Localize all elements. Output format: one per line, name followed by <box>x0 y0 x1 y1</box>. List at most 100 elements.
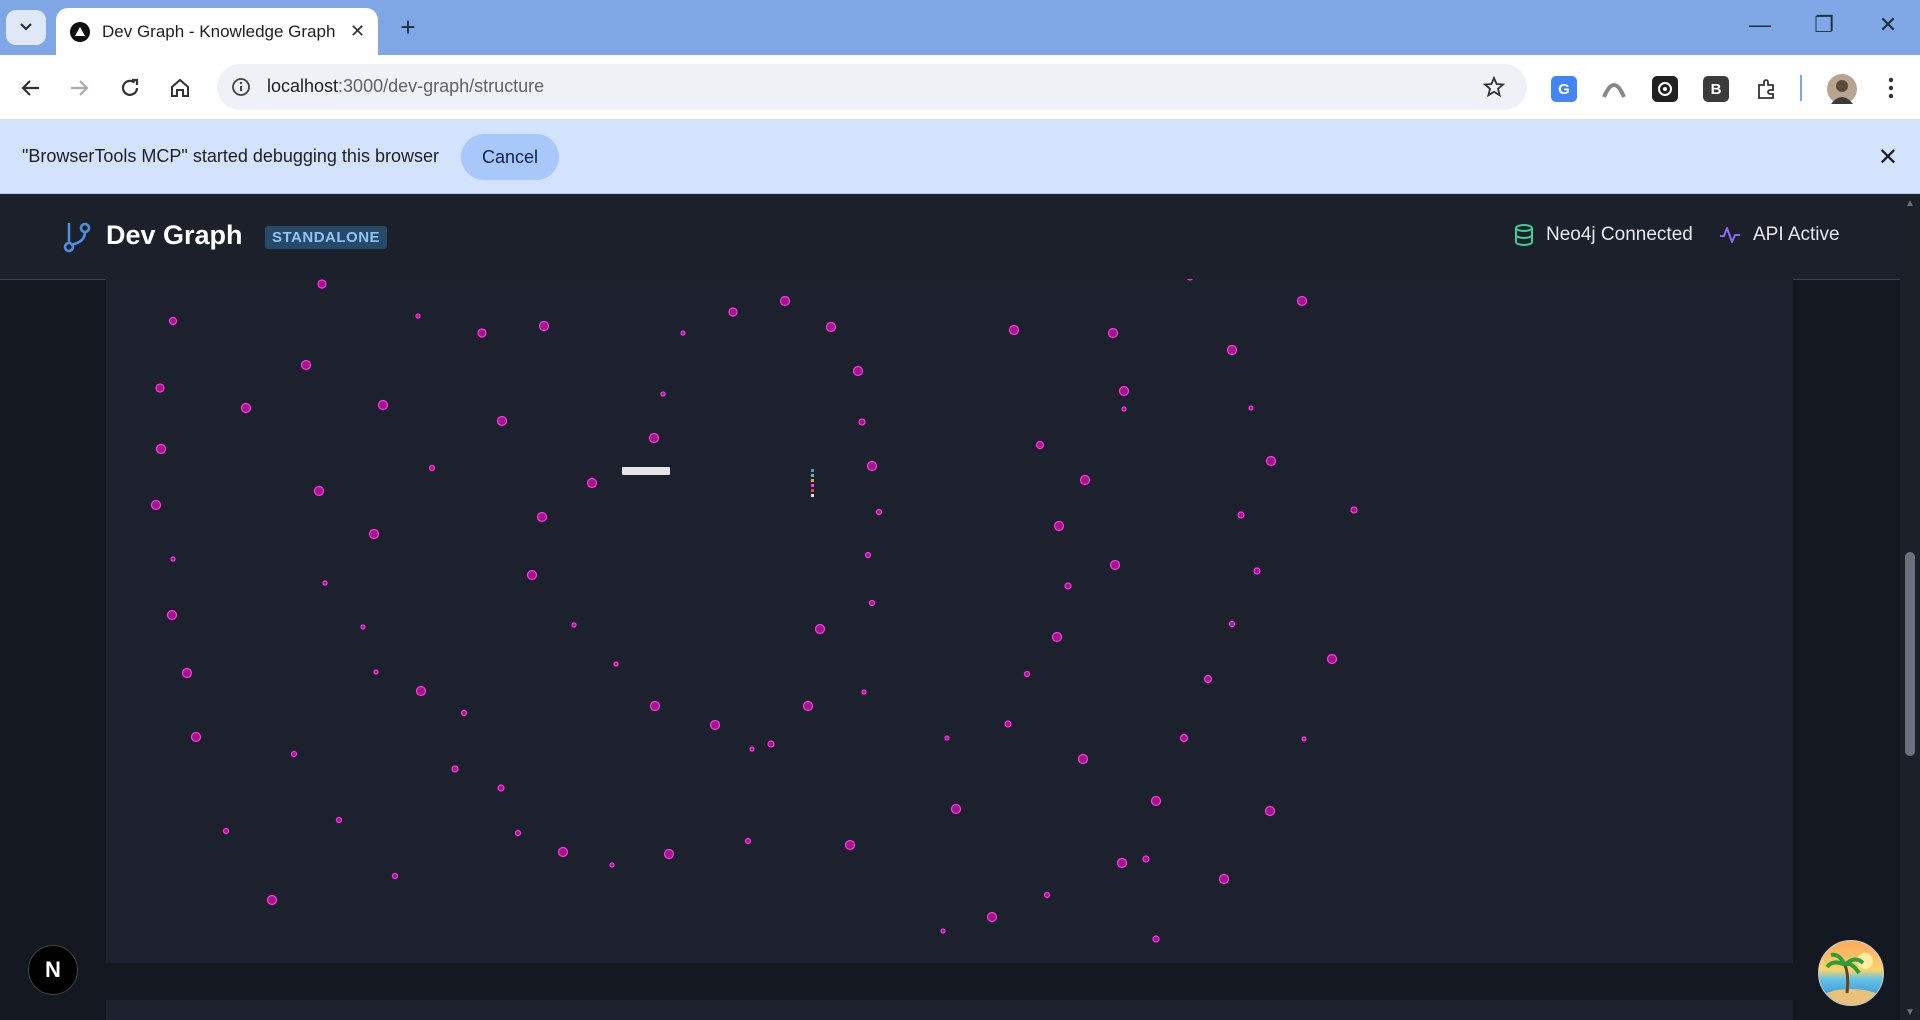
graph-node[interactable] <box>1118 385 1130 397</box>
site-info-icon[interactable] <box>229 75 253 99</box>
graph-node[interactable] <box>1077 753 1089 765</box>
graph-node[interactable] <box>1008 324 1020 336</box>
graph-node[interactable] <box>861 689 867 695</box>
graph-node[interactable] <box>609 862 615 868</box>
graph-node[interactable] <box>1248 405 1254 411</box>
graph-node[interactable] <box>1150 795 1162 807</box>
address-bar[interactable]: localhost:3000/dev-graph/structure <box>217 64 1527 110</box>
graph-node[interactable] <box>1264 805 1276 817</box>
scroll-up-arrow-icon[interactable]: ▲ <box>1905 198 1915 209</box>
graph-node[interactable] <box>557 846 569 858</box>
graph-node[interactable] <box>940 928 946 934</box>
graph-node[interactable] <box>814 623 826 635</box>
graph-node[interactable] <box>1109 559 1121 571</box>
graph-node[interactable] <box>1218 873 1230 885</box>
graph-node[interactable] <box>1187 279 1193 281</box>
graph-node[interactable] <box>844 839 856 851</box>
graph-node[interactable] <box>1350 506 1358 514</box>
back-icon[interactable] <box>16 73 46 103</box>
graph-node[interactable] <box>1116 857 1128 869</box>
graph-node[interactable] <box>190 731 202 743</box>
profile-avatar-icon[interactable] <box>1827 74 1857 104</box>
infobar-close-icon[interactable]: ✕ <box>1878 143 1898 172</box>
graph-node[interactable] <box>1179 733 1189 743</box>
graph-node[interactable] <box>586 477 598 489</box>
graph-node[interactable] <box>1228 620 1236 628</box>
graph-node[interactable] <box>373 669 379 675</box>
graph-node[interactable] <box>477 328 487 338</box>
graph-node[interactable] <box>709 719 721 731</box>
graph-node[interactable] <box>538 320 550 332</box>
graph-node[interactable] <box>313 485 325 497</box>
graph-node[interactable] <box>496 415 508 427</box>
arc-icon[interactable] <box>1601 76 1627 102</box>
graph-node[interactable] <box>649 700 661 712</box>
graph-node[interactable] <box>1301 736 1307 742</box>
browser-tab-active[interactable]: Dev Graph - Knowledge Graph ✕ <box>56 8 378 55</box>
graph-node[interactable] <box>779 295 791 307</box>
graph-node[interactable] <box>1265 455 1277 467</box>
graph-node[interactable] <box>415 313 421 319</box>
graph-node[interactable] <box>150 499 162 511</box>
graph-node[interactable] <box>290 750 298 758</box>
graph-node[interactable] <box>335 816 343 824</box>
page-scrollbar[interactable]: ▲ ▼ <box>1900 194 1920 1020</box>
graph-node[interactable] <box>1142 855 1150 863</box>
graph-node[interactable] <box>322 580 328 586</box>
graph-node[interactable] <box>415 685 427 697</box>
window-close-icon[interactable]: ✕ <box>1868 12 1908 38</box>
reload-icon[interactable] <box>115 73 145 103</box>
nextjs-devtools-button[interactable]: N <box>28 945 78 995</box>
tab-search-button[interactable] <box>6 10 46 45</box>
graph-node[interactable] <box>866 460 878 472</box>
graph-node[interactable] <box>1226 344 1238 356</box>
graph-node[interactable] <box>825 321 837 333</box>
graph-node[interactable] <box>168 316 178 326</box>
graph-node[interactable] <box>1107 327 1119 339</box>
graph-node[interactable] <box>648 432 660 444</box>
graph-node[interactable] <box>451 765 459 773</box>
new-tab-button[interactable]: + <box>393 12 423 43</box>
graph-node[interactable] <box>377 399 389 411</box>
openai-icon[interactable] <box>1652 76 1678 102</box>
forward-icon[interactable] <box>64 73 94 103</box>
graph-node[interactable] <box>613 661 619 667</box>
assistant-avatar-button[interactable] <box>1818 940 1884 1006</box>
graph-node[interactable] <box>767 740 775 748</box>
graph-node[interactable] <box>858 418 866 426</box>
graph-node[interactable] <box>944 735 950 741</box>
graph-node[interactable] <box>536 511 548 523</box>
graph-node[interactable] <box>155 443 167 455</box>
graph-node[interactable] <box>166 609 178 621</box>
scrollbar-thumb[interactable] <box>1905 552 1915 756</box>
graph-node[interactable] <box>497 784 505 792</box>
graph-node[interactable] <box>428 464 436 472</box>
bookmark-star-icon[interactable] <box>1481 74 1507 100</box>
graph-node[interactable] <box>1296 295 1308 307</box>
graph-node[interactable] <box>317 279 327 289</box>
graph-node[interactable] <box>1079 474 1091 486</box>
graph-svg[interactable] <box>106 279 1793 963</box>
graph-node[interactable] <box>300 359 312 371</box>
graph-node[interactable] <box>868 599 876 607</box>
graph-node[interactable] <box>875 508 883 516</box>
scroll-down-arrow-icon[interactable]: ▼ <box>1905 1007 1915 1018</box>
graph-node[interactable] <box>368 528 380 540</box>
graph-node[interactable] <box>526 569 538 581</box>
home-icon[interactable] <box>165 73 195 103</box>
graph-node[interactable] <box>514 829 522 837</box>
graph-canvas[interactable] <box>106 279 1793 963</box>
graph-node[interactable] <box>728 307 738 317</box>
graph-node[interactable] <box>571 622 577 628</box>
restore-icon[interactable]: ❐ <box>1804 12 1844 38</box>
graph-node[interactable] <box>1043 891 1051 899</box>
graph-node[interactable] <box>744 837 752 845</box>
graph-node[interactable] <box>1121 406 1127 412</box>
graph-node[interactable] <box>1237 511 1245 519</box>
graph-node[interactable] <box>391 872 399 880</box>
graph-node[interactable] <box>222 827 230 835</box>
graph-node[interactable] <box>1152 935 1160 943</box>
cancel-debugging-button[interactable]: Cancel <box>461 134 559 180</box>
graph-node[interactable] <box>864 551 872 559</box>
tab-close-icon[interactable]: ✕ <box>350 21 365 42</box>
